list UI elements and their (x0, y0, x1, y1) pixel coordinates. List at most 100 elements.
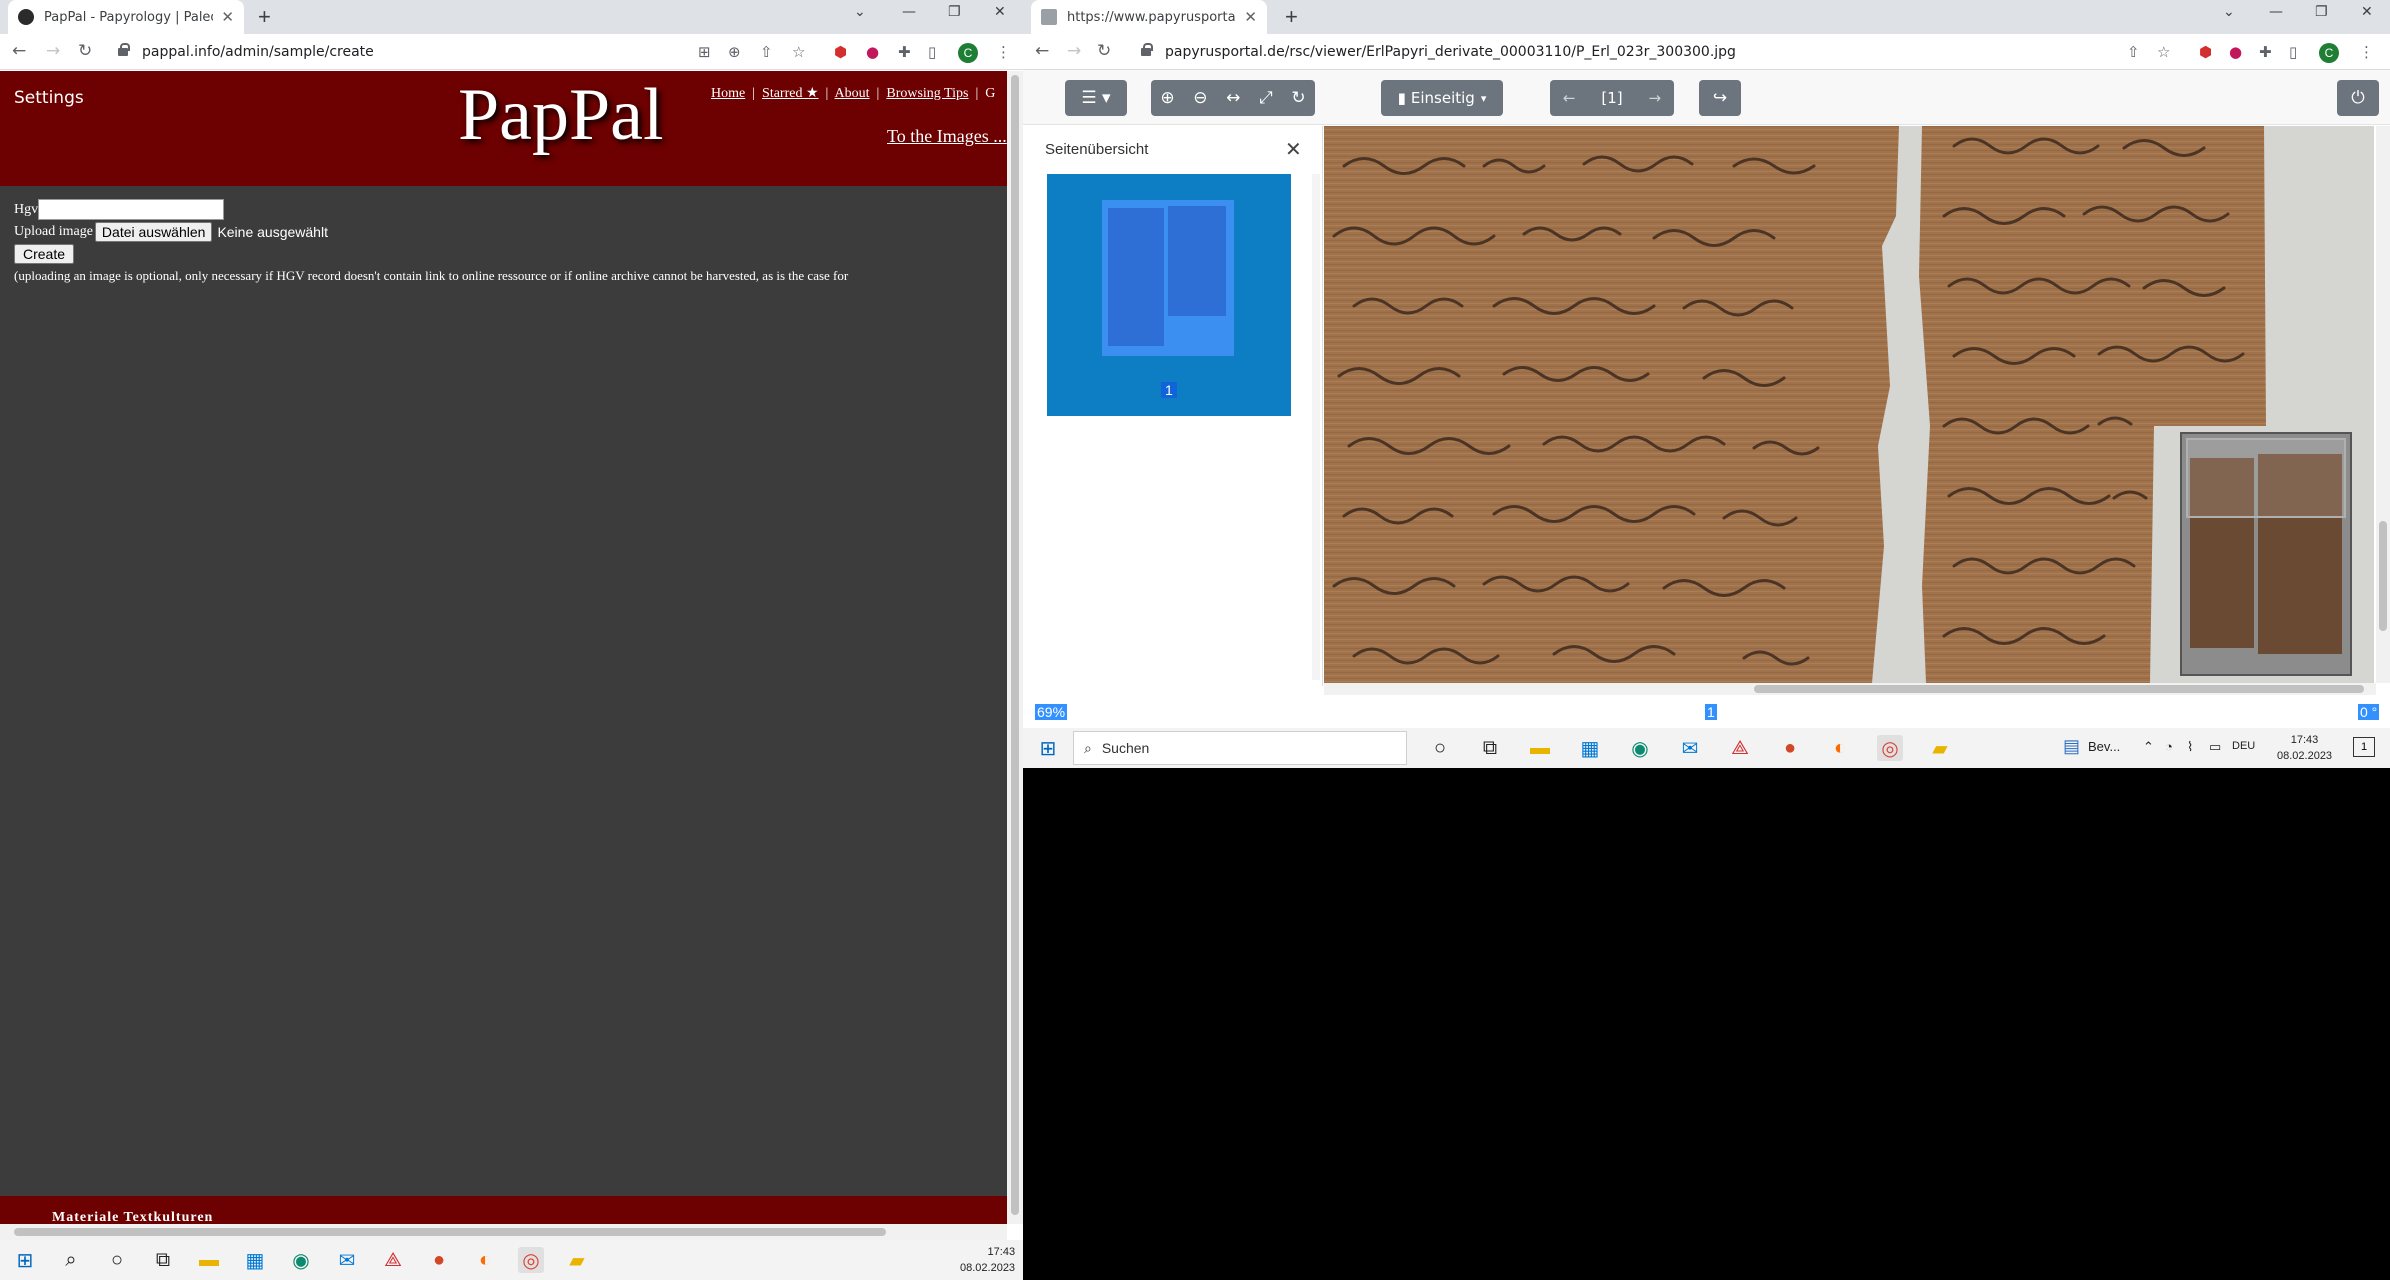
scrollbar-thumb[interactable] (14, 1228, 886, 1236)
tab-close-icon[interactable]: ✕ (1244, 8, 1257, 26)
translate-icon[interactable]: ⊞ (698, 43, 711, 61)
sidebar-scrollbar[interactable] (1312, 174, 1320, 680)
page-horizontal-scrollbar[interactable] (0, 1224, 1007, 1240)
address-bar[interactable]: pappal.info/admin/sample/create (118, 38, 678, 66)
nav-about[interactable]: About (835, 86, 870, 101)
extension-ub-icon[interactable]: ● (2229, 43, 2242, 61)
back-icon[interactable]: ← (1035, 41, 1049, 61)
share-button[interactable]: ↪ (1699, 80, 1741, 116)
mail-icon[interactable]: ✉ (1677, 735, 1703, 761)
zoom-icon[interactable]: ⊕ (728, 43, 741, 61)
edge-icon[interactable]: ◉ (288, 1247, 314, 1273)
minimap-viewport[interactable] (2186, 438, 2346, 518)
scrollbar-thumb[interactable] (2379, 521, 2387, 631)
file-manager-icon[interactable]: ▰ (564, 1247, 590, 1273)
fit-page-icon[interactable]: ⤢ (1259, 88, 1273, 108)
task-view-icon[interactable]: ⧉ (150, 1247, 176, 1273)
tab-close-icon[interactable]: ✕ (221, 8, 234, 26)
viewer-vertical-scrollbar[interactable] (2376, 126, 2390, 683)
store-icon[interactable]: ▦ (1577, 735, 1603, 761)
extensions-puzzle-icon[interactable]: ✚ (2259, 43, 2272, 61)
cortana-icon[interactable]: ○ (104, 1247, 130, 1273)
edge-icon[interactable]: ◉ (1627, 735, 1653, 761)
zoom-out-icon[interactable]: ⊖ (1193, 88, 1207, 108)
powerpoint-icon[interactable]: ● (1777, 735, 1803, 761)
pinned-document[interactable]: ▤ Bev... (2063, 736, 2120, 757)
zoom-in-icon[interactable]: ⊕ (1160, 88, 1174, 108)
minimize-icon[interactable]: — (2269, 4, 2283, 20)
restore-icon[interactable]: ❐ (948, 4, 961, 20)
notification-center-icon[interactable]: 1 (2353, 737, 2375, 757)
rotate-icon[interactable]: ↻ (1291, 88, 1305, 108)
tab-papyrusportal[interactable]: https://www.papyrusportal.de/rsc ✕ (1031, 0, 1267, 34)
previous-page-icon[interactable]: ← (1563, 89, 1576, 107)
side-panel-icon[interactable]: ▯ (928, 43, 936, 61)
forward-icon[interactable]: → (1067, 41, 1081, 61)
sidebar-menu-button[interactable]: ☰ ▾ (1065, 80, 1127, 116)
windows-start-icon[interactable]: ⊞ (1035, 735, 1061, 761)
reload-icon[interactable]: ↻ (1097, 41, 1111, 61)
page-thumbnail[interactable]: 1 (1047, 174, 1291, 416)
page-vertical-scrollbar[interactable] (1007, 71, 1023, 1224)
back-icon[interactable]: ← (12, 41, 26, 61)
close-viewer-button[interactable]: ⏻ (2337, 80, 2379, 116)
language-indicator[interactable]: DEU (2232, 740, 2255, 752)
choose-file-button[interactable]: Datei auswählen (94, 222, 213, 242)
new-tab-icon[interactable]: + (1285, 4, 1298, 30)
nav-home[interactable]: Home (711, 86, 745, 101)
view-mode-dropdown[interactable]: ▮ Einseitig ▾ (1381, 80, 1503, 116)
tab-search-chevron-icon[interactable]: ⌄ (2223, 4, 2235, 20)
viewer-horizontal-scrollbar[interactable] (1324, 683, 2376, 695)
restore-icon[interactable]: ❐ (2315, 4, 2328, 20)
nav-starred[interactable]: Starred ★ (762, 86, 818, 101)
pappal-logo[interactable]: PapPal (458, 73, 664, 158)
powerpoint-icon[interactable]: ● (426, 1247, 452, 1273)
task-view-icon[interactable]: ⧉ (1477, 735, 1503, 761)
taskbar-clock[interactable]: 17:43 08.02.2023 (960, 1244, 1015, 1276)
tray-chevron-icon[interactable]: ⌃ (2143, 739, 2154, 755)
taskbar-clock[interactable]: 17:43 08.02.2023 (2277, 732, 2332, 764)
taskbar-search-box[interactable]: ⌕ Suchen (1073, 731, 1407, 765)
close-sidebar-icon[interactable]: ✕ (1285, 137, 1302, 162)
address-bar[interactable]: papyrusportal.de/rsc/viewer/ErlPapyri_de… (1141, 38, 2041, 66)
windows-start-icon[interactable]: ⊞ (12, 1247, 38, 1273)
file-explorer-icon[interactable]: ▬ (196, 1247, 222, 1273)
acrobat-icon[interactable]: ⟁ (380, 1247, 406, 1273)
file-explorer-icon[interactable]: ▬ (1527, 735, 1553, 761)
extension-shield-icon[interactable]: ⬢ (2199, 43, 2212, 61)
minimize-icon[interactable]: — (902, 4, 916, 20)
store-icon[interactable]: ▦ (242, 1247, 268, 1273)
side-panel-icon[interactable]: ▯ (2289, 43, 2297, 61)
reload-icon[interactable]: ↻ (78, 41, 92, 61)
profile-avatar[interactable]: C (2319, 43, 2339, 63)
profile-avatar[interactable]: C (958, 43, 978, 63)
tab-pappal[interactable]: PapPal - Papyrology | Paleographic ✕ (8, 0, 244, 34)
mail-icon[interactable]: ✉ (334, 1247, 360, 1273)
firefox-icon[interactable]: ◐ (1827, 735, 1853, 761)
share-icon[interactable]: ⇧ (760, 43, 773, 61)
settings-link[interactable]: Settings (14, 88, 84, 108)
nav-browsing-tips[interactable]: Browsing Tips (886, 86, 968, 101)
wifi-icon[interactable]: ⌇ (2187, 739, 2193, 755)
close-window-icon[interactable]: ✕ (994, 4, 1006, 20)
to-the-images-link[interactable]: To the Images ... (887, 126, 1007, 147)
tab-search-chevron-icon[interactable]: ⌄ (854, 4, 866, 20)
file-manager-icon[interactable]: ▰ (1927, 735, 1953, 761)
battery-icon[interactable]: ▭ (2209, 739, 2221, 755)
network-icon[interactable]: ◔ (2165, 739, 2173, 754)
forward-icon[interactable]: → (46, 41, 60, 61)
create-button[interactable]: Create (14, 244, 75, 264)
next-page-icon[interactable]: → (1648, 89, 1661, 107)
new-tab-icon[interactable]: + (258, 4, 271, 30)
chrome-icon[interactable]: ◎ (1877, 735, 1903, 761)
search-icon[interactable]: ⌕ (58, 1247, 84, 1273)
scrollbar-thumb[interactable] (1754, 685, 2364, 693)
acrobat-icon[interactable]: ⟁ (1727, 735, 1753, 761)
extension-ub-icon[interactable]: ● (866, 43, 879, 61)
hgv-input[interactable] (38, 199, 225, 220)
bookmark-star-icon[interactable]: ☆ (2157, 43, 2170, 61)
bookmark-star-icon[interactable]: ☆ (792, 43, 805, 61)
page-indicator[interactable]: [1] (1601, 89, 1622, 107)
menu-kebab-icon[interactable]: ⋮ (996, 43, 1011, 61)
extension-shield-icon[interactable]: ⬢ (834, 43, 847, 61)
